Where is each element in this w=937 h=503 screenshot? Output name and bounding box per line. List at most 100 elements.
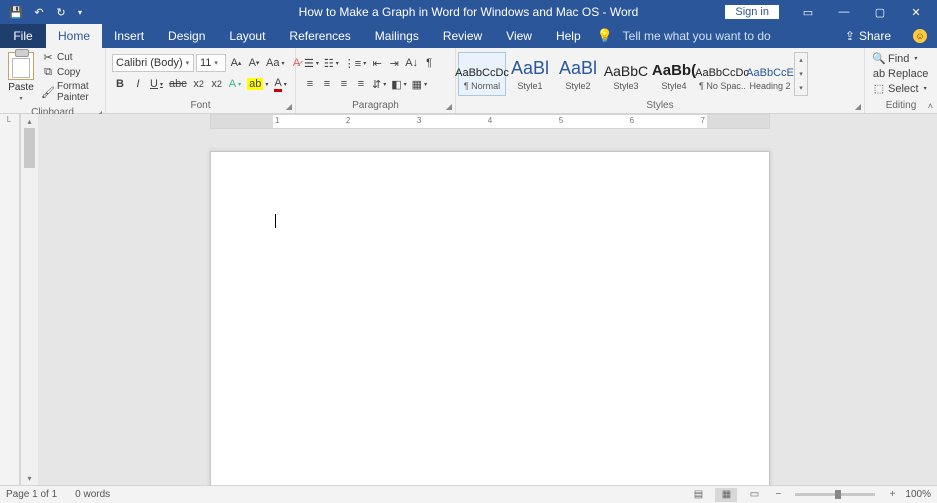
vertical-scrollbar[interactable]: ▴ ▾ bbox=[20, 114, 38, 485]
superscript-button[interactable]: x2 bbox=[209, 75, 225, 93]
paste-button[interactable]: Paste ▾ bbox=[6, 52, 36, 102]
zoom-in-button[interactable]: + bbox=[885, 488, 899, 502]
replace-label: Replace bbox=[888, 68, 928, 80]
shading-button[interactable]: ◧▾ bbox=[389, 75, 408, 93]
style-heading-2[interactable]: AaBbCcEHeading 2 bbox=[746, 52, 794, 96]
align-left-button[interactable]: ≡ bbox=[302, 75, 318, 93]
style-style2[interactable]: AaBlStyle2 bbox=[554, 52, 602, 96]
styles-scroll-down[interactable]: ▾ bbox=[795, 67, 807, 81]
horizontal-ruler[interactable]: 1 2 3 4 5 6 7 bbox=[210, 114, 770, 129]
collapse-ribbon-button[interactable]: ˄ bbox=[928, 101, 933, 111]
horizontal-ruler-wrap: 1 2 3 4 5 6 7 bbox=[20, 114, 919, 129]
scroll-up-button[interactable]: ▴ bbox=[21, 114, 38, 128]
zoom-knob[interactable] bbox=[835, 490, 841, 499]
sort-button[interactable]: A↓ bbox=[403, 54, 420, 72]
document-area[interactable] bbox=[20, 129, 919, 485]
text-effects-button[interactable]: A▾ bbox=[227, 75, 243, 93]
bullets-button[interactable]: ☰▾ bbox=[302, 54, 321, 72]
close-button[interactable]: ✕ bbox=[899, 1, 933, 23]
qat-customize-icon[interactable]: ▾ bbox=[74, 1, 86, 23]
minimize-button[interactable]: — bbox=[827, 1, 861, 23]
tab-mailings[interactable]: Mailings bbox=[363, 24, 431, 48]
ribbon-display-options-icon[interactable]: ▭ bbox=[791, 1, 825, 23]
share-icon: ⇪ bbox=[845, 29, 855, 43]
tab-review[interactable]: Review bbox=[431, 24, 494, 48]
tab-file[interactable]: File bbox=[0, 24, 46, 48]
tell-me-input[interactable]: Tell me what you want to do bbox=[617, 24, 777, 48]
shrink-font-button[interactable]: A▾ bbox=[246, 54, 262, 72]
borders-button[interactable]: ▦▾ bbox=[410, 75, 429, 93]
tab-insert[interactable]: Insert bbox=[102, 24, 156, 48]
scroll-down-button[interactable]: ▾ bbox=[21, 471, 38, 485]
tab-layout[interactable]: Layout bbox=[217, 24, 277, 48]
undo-button[interactable]: ↶ bbox=[30, 1, 48, 23]
font-name-combo[interactable]: Calibri (Body)▾ bbox=[112, 54, 194, 72]
align-right-button[interactable]: ≡ bbox=[336, 75, 352, 93]
feedback-button[interactable]: ☺ bbox=[903, 24, 937, 48]
tab-design[interactable]: Design bbox=[156, 24, 217, 48]
select-button[interactable]: ⬚Select▾ bbox=[871, 82, 930, 96]
style-style1[interactable]: AaBlStyle1 bbox=[506, 52, 554, 96]
increase-indent-button[interactable]: ⇥ bbox=[386, 54, 402, 72]
group-font: Calibri (Body)▾ 11▾ A▴ A▾ Aa▾ A̷ B I U▾ … bbox=[106, 48, 296, 113]
replace-button[interactable]: abReplace bbox=[871, 67, 930, 81]
tab-help[interactable]: Help bbox=[544, 24, 593, 48]
zoom-slider[interactable] bbox=[795, 493, 875, 496]
style-style4[interactable]: AaBb(Style4 bbox=[650, 52, 698, 96]
paragraph-dialog-launcher[interactable]: ◢ bbox=[446, 102, 452, 111]
web-layout-button[interactable]: ▭ bbox=[743, 488, 765, 502]
format-painter-button[interactable]: 🖌Format Painter bbox=[40, 80, 99, 104]
style-normal[interactable]: AaBbCcDc¶ Normal bbox=[458, 52, 506, 96]
styles-dialog-launcher[interactable]: ◢ bbox=[855, 102, 861, 111]
redo-button[interactable]: ↻ bbox=[52, 1, 70, 23]
zoom-out-button[interactable]: − bbox=[771, 488, 785, 502]
scroll-thumb[interactable] bbox=[24, 128, 35, 168]
print-layout-button[interactable]: ▦ bbox=[715, 488, 737, 502]
read-mode-button[interactable]: ▤ bbox=[687, 488, 709, 502]
styles-scroll-up[interactable]: ▴ bbox=[795, 53, 807, 67]
line-spacing-button[interactable]: ⇵▾ bbox=[370, 75, 388, 93]
group-label-paragraph: Paragraph◢ bbox=[296, 99, 455, 113]
maximize-button[interactable]: ▢ bbox=[863, 1, 897, 23]
tab-view[interactable]: View bbox=[494, 24, 544, 48]
ruler-ticks: 1 2 3 4 5 6 7 bbox=[273, 116, 707, 125]
save-icon[interactable]: 💾 bbox=[6, 1, 26, 23]
font-size-combo[interactable]: 11▾ bbox=[196, 54, 226, 72]
style-preview: AaBb( bbox=[652, 57, 696, 81]
word-count[interactable]: 0 words bbox=[75, 489, 110, 500]
tab-references[interactable]: References bbox=[277, 24, 362, 48]
find-button[interactable]: 🔍Find▾ bbox=[871, 52, 930, 66]
page-number[interactable]: Page 1 of 1 bbox=[6, 489, 57, 500]
font-color-button[interactable]: A▾ bbox=[272, 75, 288, 93]
align-center-button[interactable]: ≡ bbox=[319, 75, 335, 93]
decrease-indent-button[interactable]: ⇤ bbox=[369, 54, 385, 72]
sign-in-button[interactable]: Sign in bbox=[725, 5, 779, 19]
copy-button[interactable]: ⧉Copy bbox=[40, 65, 99, 79]
page[interactable] bbox=[210, 151, 770, 485]
show-hide-button[interactable]: ¶ bbox=[421, 54, 437, 72]
share-button[interactable]: ⇪ Share bbox=[833, 24, 903, 48]
numbering-button[interactable]: ☷▾ bbox=[322, 54, 341, 72]
style-no-spacing[interactable]: AaBbCcDc¶ No Spac... bbox=[698, 52, 746, 96]
grow-font-button[interactable]: A▴ bbox=[228, 54, 244, 72]
subscript-button[interactable]: x2 bbox=[191, 75, 207, 93]
style-style3[interactable]: AaBbCStyle3 bbox=[602, 52, 650, 96]
highlight-button[interactable]: ab▾ bbox=[245, 75, 270, 93]
multilevel-list-button[interactable]: ⋮≡▾ bbox=[342, 54, 368, 72]
zoom-level[interactable]: 100% bbox=[905, 489, 931, 500]
styles-expand[interactable]: ▾ bbox=[795, 81, 807, 95]
italic-button[interactable]: I bbox=[130, 75, 146, 93]
justify-button[interactable]: ≡ bbox=[353, 75, 369, 93]
tell-me-icon[interactable]: 💡 bbox=[593, 24, 617, 48]
style-preview: AaBl bbox=[559, 57, 597, 81]
strikethrough-button[interactable]: abc bbox=[167, 75, 189, 93]
paste-icon bbox=[8, 52, 34, 80]
tab-home[interactable]: Home bbox=[46, 24, 102, 48]
change-case-button[interactable]: Aa▾ bbox=[264, 54, 286, 72]
underline-button[interactable]: U▾ bbox=[148, 75, 165, 93]
font-dialog-launcher[interactable]: ◢ bbox=[286, 102, 292, 111]
scroll-track[interactable] bbox=[24, 128, 35, 471]
ruler-corner[interactable]: L bbox=[4, 114, 14, 124]
cut-button[interactable]: ✂Cut bbox=[40, 50, 99, 64]
bold-button[interactable]: B bbox=[112, 75, 128, 93]
